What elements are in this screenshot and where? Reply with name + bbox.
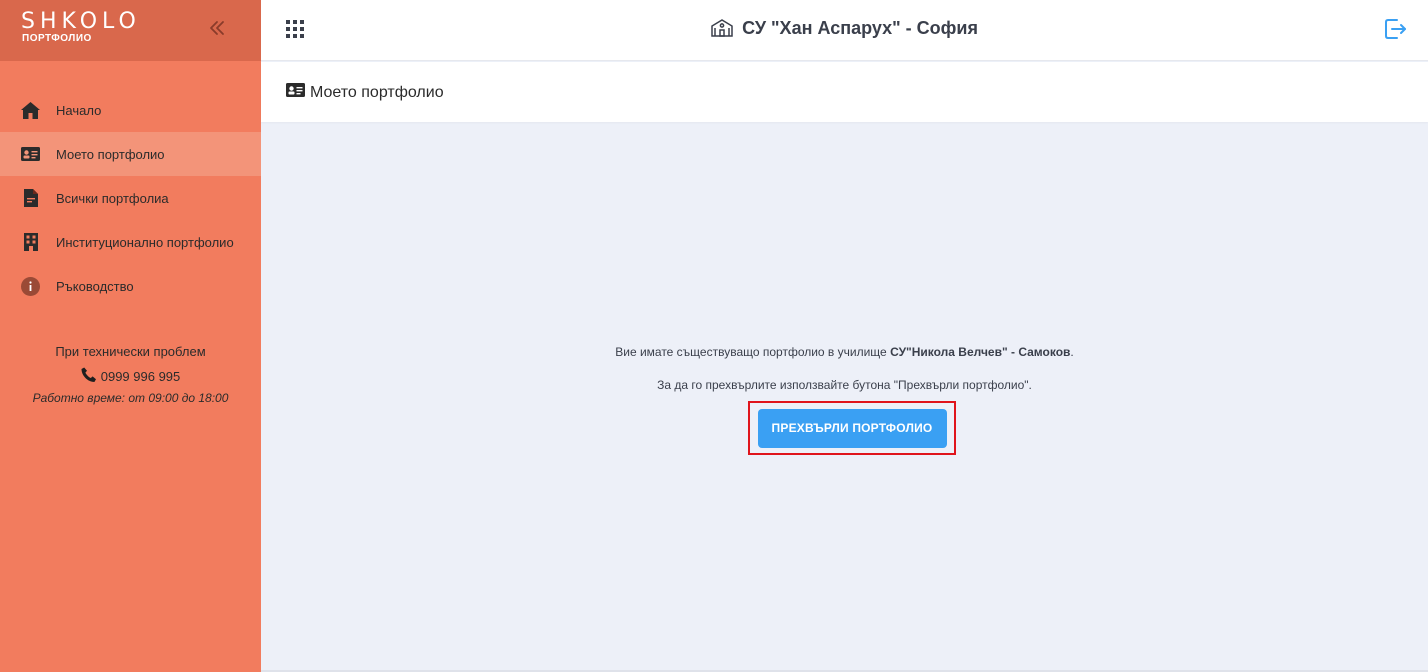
existing-portfolio-message: Вие имате съществуващо портфолио в учили… <box>615 345 1074 359</box>
support-text: При технически проблем <box>55 344 206 359</box>
page-title: Моето портфолио <box>310 83 444 101</box>
page-header: Моето портфолио <box>261 62 1428 122</box>
sidebar-item-all-portfolios[interactable]: Всички портфолиа <box>0 176 261 220</box>
sidebar-item-label: Ръководство <box>56 278 134 294</box>
id-card-icon <box>286 83 305 102</box>
info-icon <box>21 276 40 296</box>
phone-icon <box>81 367 97 387</box>
sidebar-item-label: Институционално портфолио <box>56 234 234 250</box>
transfer-instruction: За да го прехвърлите използвайте бутона … <box>657 378 1032 392</box>
highlight-box: ПРЕХВЪРЛИ ПОРТФОЛИО <box>748 401 956 455</box>
sidebar-menu: Начало Моето портфолио Всички портфолиа … <box>0 88 261 308</box>
home-icon <box>21 101 40 120</box>
school-name: СУ "Хан Аспарух" - София <box>742 18 978 38</box>
existing-school-name: СУ"Никола Велчев" - Самоков <box>890 345 1071 359</box>
main-content: Вие имате съществуващо портфолио в учили… <box>261 122 1428 672</box>
logout-icon[interactable] <box>1383 17 1407 41</box>
sidebar-item-home[interactable]: Начало <box>0 88 261 132</box>
support-phone[interactable]: 0999 996 995 <box>101 369 181 385</box>
brand-logo[interactable]: SHKOLO <box>21 11 141 33</box>
brand: SHKOLO ПОРТФОЛИО <box>0 0 261 61</box>
support-hours: Работно време: от 09:00 до 18:00 <box>32 391 229 405</box>
sidebar-item-label: Моето портфолио <box>56 146 165 162</box>
id-card-icon <box>21 145 40 164</box>
school-selector[interactable]: СУ "Хан Аспарух" - София <box>261 18 1428 42</box>
sidebar-item-label: Всички портфолиа <box>56 190 169 206</box>
sidebar-item-guide[interactable]: Ръководство <box>0 264 261 308</box>
sidebar-item-institutional-portfolio[interactable]: Институционално портфолио <box>0 220 261 264</box>
support-info: При технически проблем 0999 996 995 Рабо… <box>0 344 261 413</box>
top-bar: СУ "Хан Аспарух" - София <box>261 0 1428 61</box>
collapse-sidebar-icon[interactable] <box>205 16 229 40</box>
sidebar: SHKOLO ПОРТФОЛИО Начало Моето портфолио … <box>0 0 261 672</box>
sidebar-item-my-portfolio[interactable]: Моето портфолио <box>0 132 261 176</box>
transfer-portfolio-button[interactable]: ПРЕХВЪРЛИ ПОРТФОЛИО <box>757 408 947 448</box>
school-icon <box>711 19 733 42</box>
building-icon <box>21 233 40 252</box>
file-icon <box>21 189 40 208</box>
brand-subtitle: ПОРТФОЛИО <box>22 33 92 44</box>
sidebar-item-label: Начало <box>56 102 102 118</box>
